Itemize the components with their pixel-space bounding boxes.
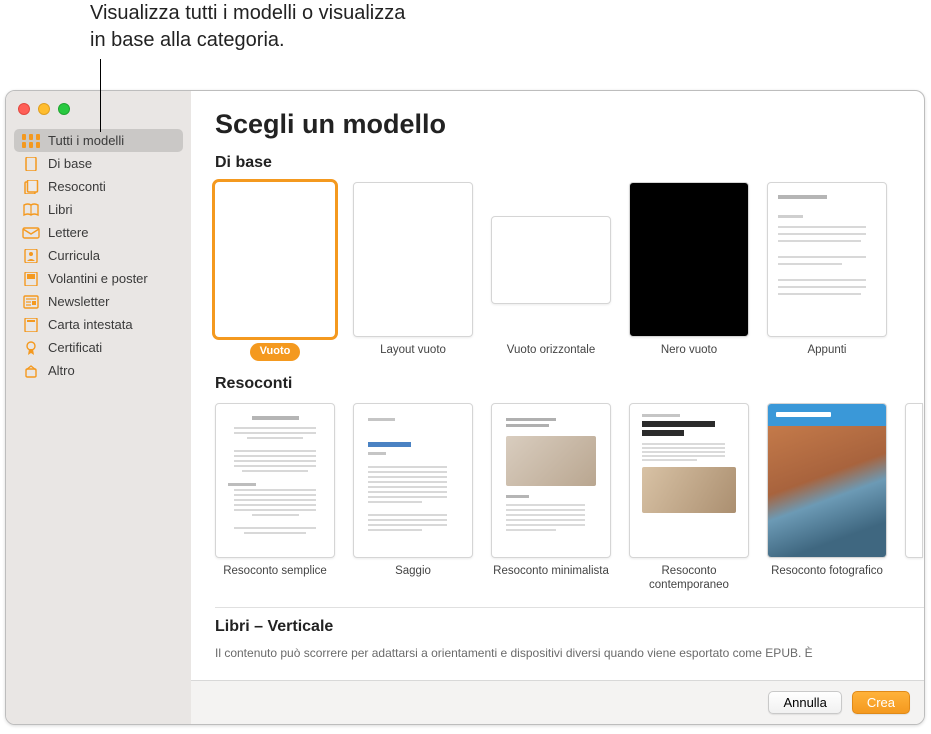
footer-bar: Annulla Crea <box>191 680 924 724</box>
misc-icon <box>22 364 40 378</box>
template-thumbnail <box>767 182 887 337</box>
sidebar-item-reports[interactable]: Resoconti <box>14 175 183 198</box>
template-resoconto-semplice[interactable]: Resoconto semplice <box>215 403 335 593</box>
letterhead-icon <box>22 318 40 332</box>
template-label: Nero vuoto <box>661 343 717 357</box>
section-header: Di base <box>215 154 924 172</box>
sidebar-item-basic[interactable]: Di base <box>14 152 183 175</box>
sidebar-item-books[interactable]: Libri <box>14 198 183 221</box>
template-thumbnail <box>215 403 335 558</box>
section-basic: Di base Vuoto Layout vuoto Vuo <box>215 154 924 361</box>
sidebar-item-label: Lettere <box>48 225 88 240</box>
template-label: Appunti <box>807 343 846 357</box>
section-header: Resoconti <box>215 375 924 393</box>
sidebar-item-certificates[interactable]: Certificati <box>14 336 183 359</box>
create-button[interactable]: Crea <box>852 691 910 714</box>
template-label: Resoconto minimalista <box>493 564 609 578</box>
close-window-button[interactable] <box>18 103 30 115</box>
template-thumbnail <box>353 182 473 337</box>
main-pane: Scegli un modello Di base Vuoto Layout v… <box>191 91 924 724</box>
sidebar-item-stationery[interactable]: Carta intestata <box>14 313 183 336</box>
cancel-button[interactable]: Annulla <box>768 691 841 714</box>
sidebar-item-label: Carta intestata <box>48 317 133 332</box>
template-label: Resoconto semplice <box>223 564 327 578</box>
stack-icon <box>22 180 40 194</box>
template-label: Saggio <box>395 564 431 578</box>
template-label: Resoconto contemporaneo <box>629 564 749 593</box>
template-nero-vuoto[interactable]: Nero vuoto <box>629 182 749 361</box>
sidebar-item-label: Libri <box>48 202 73 217</box>
template-row: Resoconto semplice <box>215 403 924 593</box>
sidebar-item-label: Volantini e poster <box>48 271 148 286</box>
person-card-icon <box>22 249 40 263</box>
template-thumbnail <box>629 403 749 558</box>
template-resoconto-fotografico[interactable]: Resoconto fotografico <box>767 403 887 593</box>
template-resoconto-contemporaneo[interactable]: Resoconto contemporaneo <box>629 403 749 593</box>
template-row: Vuoto Layout vuoto Vuoto orizzontale <box>215 182 924 361</box>
sidebar-item-label: Newsletter <box>48 294 109 309</box>
template-chooser-window: Tutti i modelli Di base Resoconti Libri <box>5 90 925 725</box>
poster-icon <box>22 272 40 286</box>
newspaper-icon <box>22 295 40 309</box>
sidebar-item-newsletters[interactable]: Newsletter <box>14 290 183 313</box>
section-reports: Resoconti <box>215 375 924 593</box>
section-note: Il contenuto può scorrere per adattarsi … <box>215 646 895 660</box>
window-controls <box>6 91 191 125</box>
template-thumbnail <box>491 216 611 304</box>
template-thumbnail <box>353 403 473 558</box>
sidebar-item-flyers[interactable]: Volantini e poster <box>14 267 183 290</box>
sidebar-item-label: Tutti i modelli <box>48 133 124 148</box>
sidebar-item-other[interactable]: Altro <box>14 359 183 382</box>
callout-line <box>100 59 101 132</box>
template-peek-more[interactable] <box>905 403 923 558</box>
callout-text: Visualizza tutti i modelli o visualizza … <box>90 0 405 54</box>
template-vuoto[interactable]: Vuoto <box>215 182 335 361</box>
template-label: Vuoto orizzontale <box>507 343 595 357</box>
minimize-window-button[interactable] <box>38 103 50 115</box>
sidebar-item-label: Curricula <box>48 248 100 263</box>
zoom-window-button[interactable] <box>58 103 70 115</box>
grid-icon <box>22 134 40 148</box>
template-layout-vuoto[interactable]: Layout vuoto <box>353 182 473 361</box>
sidebar-item-resumes[interactable]: Curricula <box>14 244 183 267</box>
template-gallery[interactable]: Scegli un modello Di base Vuoto Layout v… <box>191 91 924 680</box>
template-saggio[interactable]: Saggio <box>353 403 473 593</box>
template-appunti[interactable]: Appunti <box>767 182 887 361</box>
template-label: Vuoto <box>250 343 301 361</box>
sidebar-item-label: Resoconti <box>48 179 106 194</box>
sidebar: Tutti i modelli Di base Resoconti Libri <box>6 91 191 724</box>
section-header: Libri – Verticale <box>215 618 924 636</box>
rosette-icon <box>22 341 40 355</box>
sidebar-item-label: Certificati <box>48 340 102 355</box>
template-label: Resoconto fotografico <box>771 564 883 578</box>
template-resoconto-minimalista[interactable]: Resoconto minimalista <box>491 403 611 593</box>
template-thumbnail <box>629 182 749 337</box>
page-title: Scegli un modello <box>215 109 924 140</box>
template-label: Layout vuoto <box>380 343 446 357</box>
book-icon <box>22 203 40 217</box>
sidebar-item-letters[interactable]: Lettere <box>14 221 183 244</box>
sidebar-item-label: Altro <box>48 363 75 378</box>
sidebar-list: Tutti i modelli Di base Resoconti Libri <box>6 125 191 386</box>
sidebar-item-label: Di base <box>48 156 92 171</box>
envelope-icon <box>22 226 40 240</box>
template-thumbnail <box>491 403 611 558</box>
template-vuoto-orizzontale[interactable]: Vuoto orizzontale <box>491 182 611 361</box>
template-thumbnail <box>767 403 887 558</box>
template-thumbnail <box>215 182 335 337</box>
sidebar-item-all-templates[interactable]: Tutti i modelli <box>14 129 183 152</box>
page-icon <box>22 157 40 171</box>
section-books-portrait: Libri – Verticale Il contenuto può scorr… <box>215 607 924 660</box>
